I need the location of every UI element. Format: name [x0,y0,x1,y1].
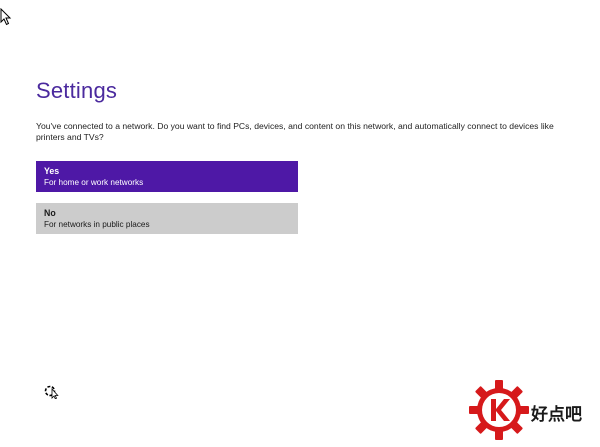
yes-option-title: Yes [44,166,60,176]
no-option-subtitle: For networks in public places [44,220,150,229]
no-option-button[interactable]: No For networks in public places [36,203,298,234]
busy-cursor-icon [44,385,59,399]
page-title: Settings [36,78,118,103]
arrow-cursor-icon [0,8,12,26]
watermark-text: 好点吧 [531,405,582,425]
yes-option-subtitle: For home or work networks [44,178,144,187]
network-discovery-question: You've connected to a network. Do you wa… [36,121,554,142]
no-option-title: No [44,208,56,218]
yes-option-button[interactable]: Yes For home or work networks [36,161,298,192]
